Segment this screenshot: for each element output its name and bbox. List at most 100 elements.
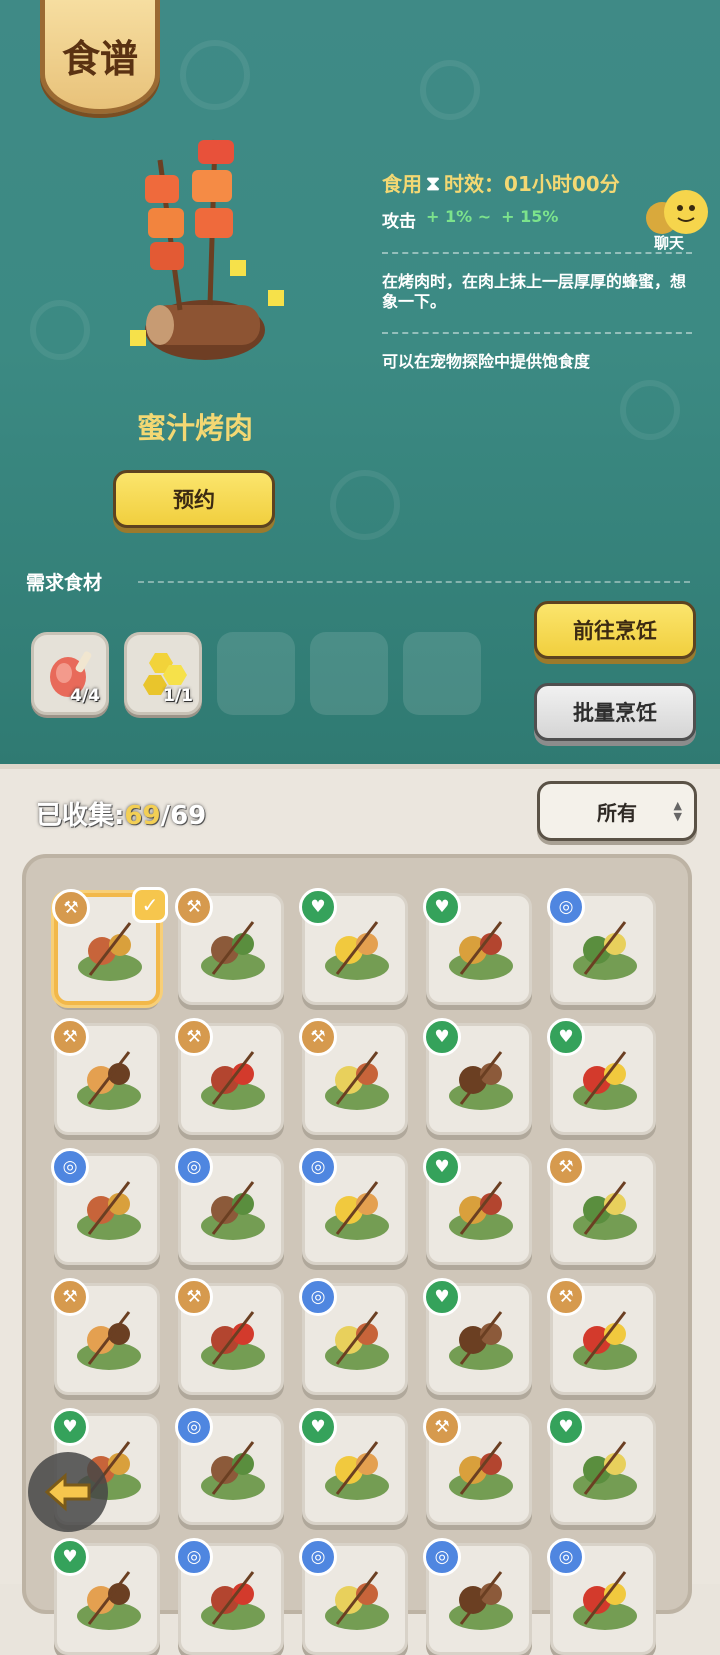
filter-value: 所有 [597, 800, 637, 825]
heart-tag-icon: ♥ [547, 1018, 585, 1056]
reserve-button-label: 预约 [173, 488, 215, 512]
recipe-card[interactable]: ◎ [299, 1538, 408, 1655]
recipe-title-badge: 食谱 [40, 0, 160, 114]
spiral-tag-icon: ◎ [175, 1148, 213, 1186]
recipe-card[interactable]: ♥ [51, 1538, 160, 1655]
axe-tag-icon: ⚒ [175, 1278, 213, 1316]
collection-count: 69 [124, 801, 161, 831]
heart-tag-icon: ♥ [547, 1408, 585, 1446]
recipe-card[interactable]: ♥ [299, 1408, 408, 1525]
spiral-tag-icon: ◎ [547, 1538, 585, 1576]
reserve-button[interactable]: 预约 [113, 470, 275, 528]
ingredient-slot-meat[interactable]: 4/4 [31, 632, 109, 715]
ingredient-qty: 4/4 [70, 686, 100, 706]
recipe-card[interactable]: ♥ [423, 888, 532, 1005]
effect-prefix: 食用 [382, 172, 422, 196]
bg-swirl [620, 380, 680, 440]
recipe-card[interactable]: ◎ [547, 888, 656, 1005]
spiral-tag-icon: ◎ [51, 1148, 89, 1186]
spiral-tag-icon: ◎ [547, 888, 585, 926]
recipe-card[interactable]: ◎ [51, 1148, 160, 1265]
spiral-tag-icon: ◎ [299, 1148, 337, 1186]
heart-tag-icon: ♥ [299, 888, 337, 926]
recipe-card[interactable]: ◎ [175, 1538, 284, 1655]
spiral-tag-icon: ◎ [423, 1538, 461, 1576]
recipe-card[interactable]: ◎ [299, 1278, 408, 1395]
ingredients-divider [138, 581, 690, 583]
spiral-tag-icon: ◎ [175, 1408, 213, 1446]
chat-label[interactable]: 聊天 [654, 232, 684, 253]
ingredients-label: 需求食材 [26, 572, 103, 594]
goto-cook-label: 前往烹饪 [573, 619, 657, 643]
axe-tag-icon: ⚒ [175, 888, 213, 926]
heart-tag-icon: ♥ [51, 1408, 89, 1446]
recipe-card[interactable]: ⚒ [51, 1278, 160, 1395]
recipe-card[interactable]: ♥ [423, 1018, 532, 1135]
heart-tag-icon: ♥ [423, 1148, 461, 1186]
back-arrow-icon [44, 1472, 91, 1512]
collection-label: 已收集: [36, 801, 125, 831]
dish-usage: 可以在宠物探险中提供饱食度 [382, 352, 591, 371]
bg-swirl [330, 470, 400, 540]
recipe-card[interactable]: ⚒ [299, 1018, 408, 1135]
back-button[interactable] [28, 1452, 108, 1532]
recipe-card[interactable]: ♥ [547, 1408, 656, 1525]
axe-tag-icon: ⚒ [547, 1148, 585, 1186]
check-icon: ✓ [132, 887, 168, 923]
dish-name: 蜜汁烤肉 [136, 411, 253, 445]
axe-tag-icon: ⚒ [547, 1278, 585, 1316]
sort-arrows-icon: ▲ ▼ [673, 799, 682, 823]
hourglass-icon: ⧗ [426, 170, 441, 195]
axe-tag-icon: ⚒ [51, 1018, 89, 1056]
heart-tag-icon: ♥ [423, 1278, 461, 1316]
recipe-card[interactable]: ◎ [547, 1538, 656, 1655]
spiral-tag-icon: ◎ [299, 1538, 337, 1576]
batch-cook-label: 批量烹饪 [573, 701, 657, 725]
recipe-grid: ⚒ ✓ ⚒ ♥ ♥ ◎ ⚒ ⚒ ⚒ ♥ ♥ ◎ ◎ ◎ ♥ ⚒ ⚒ ⚒ ◎ ♥ ⚒ ♥ ◎ ♥ ⚒ ♥ ♥ ◎ ◎ ◎ ◎ [22, 854, 692, 1655]
axe-tag-icon: ⚒ [51, 1278, 89, 1316]
recipe-card[interactable]: ◎ [299, 1148, 408, 1265]
attack-label: 攻击 [382, 212, 416, 232]
recipe-card[interactable]: ⚒ [175, 888, 284, 1005]
axe-tag-icon: ⚒ [175, 1018, 213, 1056]
recipe-card[interactable]: ⚒ ✓ [52, 887, 168, 1005]
spiral-tag-icon: ◎ [175, 1538, 213, 1576]
recipe-card[interactable]: ♥ [423, 1278, 532, 1395]
bg-swirl [30, 300, 90, 360]
filter-dropdown[interactable]: 所有 ▲ ▼ [537, 781, 697, 841]
heart-tag-icon: ♥ [299, 1408, 337, 1446]
recipe-card[interactable]: ⚒ [547, 1148, 656, 1265]
honey-meat-skewer-icon [130, 139, 284, 360]
recipe-card[interactable]: ◎ [175, 1408, 284, 1525]
recipe-card[interactable]: ⚒ [423, 1408, 532, 1525]
recipe-card[interactable]: ♥ [299, 888, 408, 1005]
bg-swirl [420, 60, 480, 120]
attack-min: + 1% ~ [426, 207, 492, 226]
heart-tag-icon: ♥ [423, 1018, 461, 1056]
ingredient-slot-honeycomb[interactable]: 1/1 [124, 632, 202, 715]
divider [382, 332, 692, 334]
recipe-card[interactable]: ◎ [423, 1538, 532, 1655]
collection-total: /69 [160, 801, 207, 831]
goto-cook-button[interactable]: 前往烹饪 [534, 601, 696, 659]
batch-cook-button[interactable]: 批量烹饪 [534, 683, 696, 741]
ingredient-qty: 1/1 [163, 686, 193, 706]
recipe-card[interactable]: ♥ [547, 1018, 656, 1135]
recipe-card[interactable]: ◎ [175, 1148, 284, 1265]
recipe-card[interactable]: ⚒ [175, 1278, 284, 1395]
effect-duration: 时效：01小时00分 [444, 172, 620, 196]
recipe-card[interactable]: ⚒ [175, 1018, 284, 1135]
recipe-collection-panel: 已收集:69/69 所有 ▲ ▼ ⚒ ✓ ⚒ ♥ ♥ ◎ ⚒ ⚒ ⚒ ♥ ♥ ◎ ◎ ◎ ♥ ⚒ ⚒ ⚒ ◎ ♥ ⚒ ♥ ◎ ♥… [0, 764, 720, 1655]
recipe-card[interactable]: ♥ [423, 1148, 532, 1265]
recipe-detail-panel: 食谱 蜜汁烤肉 预约 食用 ⧗ 时效：01小时00分 攻击 + 1% ~ + 1… [0, 0, 720, 770]
bg-swirl [180, 40, 250, 110]
spiral-tag-icon: ◎ [299, 1278, 337, 1316]
axe-tag-icon: ⚒ [423, 1408, 461, 1446]
page-title: 食谱 [61, 35, 138, 81]
attack-max: + 15% [501, 207, 559, 226]
recipe-card[interactable]: ⚒ [51, 1018, 160, 1135]
collection-counter: 已收集:69/69 [36, 795, 206, 832]
ingredient-slot-empty [403, 632, 481, 715]
recipe-card[interactable]: ⚒ [547, 1278, 656, 1395]
heart-tag-icon: ♥ [51, 1538, 89, 1576]
